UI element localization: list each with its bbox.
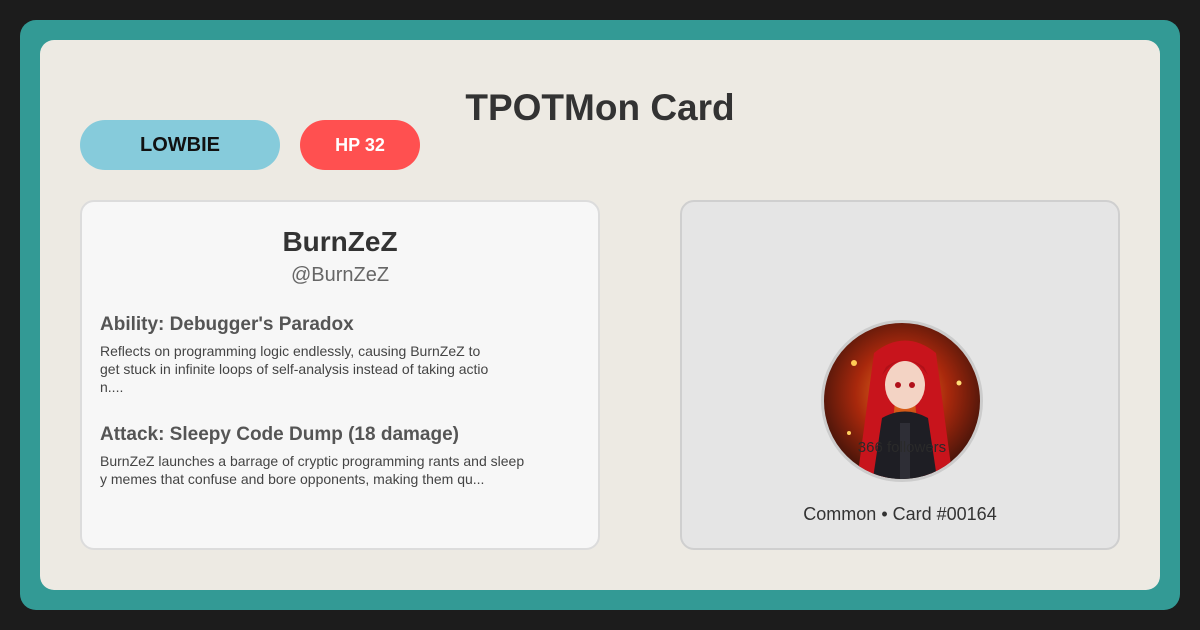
attack-title: Attack: Sleepy Code Dump (18 damage) <box>100 424 459 445</box>
ability-description: Reflects on programming logic endlessly,… <box>100 343 489 395</box>
card-body: TPOTMon Card LOWBIE HP 32 BurnZeZ @BurnZ… <box>40 40 1160 590</box>
avatar-illustration <box>847 340 962 479</box>
hp-badge: HP 32 <box>300 120 420 170</box>
portrait-panel: 366 followers Common • Card #00164 <box>680 200 1120 550</box>
follower-count: 366 followers <box>857 439 947 456</box>
avatar: 366 followers <box>821 320 983 482</box>
info-panel: BurnZeZ @BurnZeZ Ability: Debugger's Par… <box>80 200 600 550</box>
attack-description: BurnZeZ launches a barrage of cryptic pr… <box>100 453 525 487</box>
user-handle: @BurnZeZ <box>290 264 390 286</box>
tier-badge: LOWBIE <box>80 120 280 170</box>
card-meta: Common • Card #00164 <box>803 504 997 524</box>
creature-name: BurnZeZ <box>282 226 398 257</box>
ability-title: Ability: Debugger's Paradox <box>100 314 354 335</box>
